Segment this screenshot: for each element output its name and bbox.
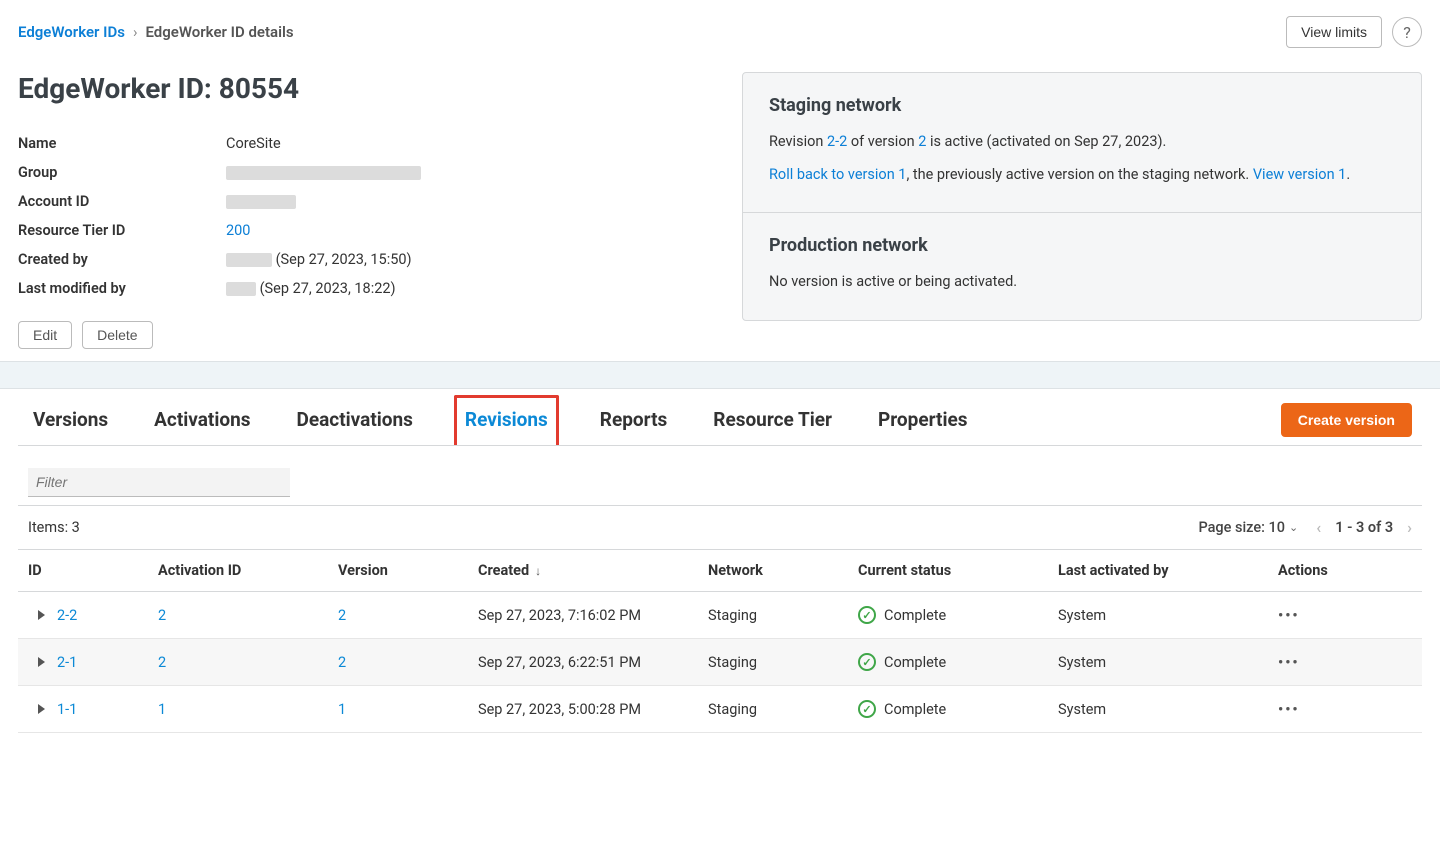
items-count: Items: 3 <box>28 519 80 536</box>
status-badge: ✓Complete <box>858 606 1038 624</box>
label-name: Name <box>18 135 226 152</box>
version-link[interactable]: 2 <box>338 607 346 624</box>
rollback-link[interactable]: Roll back to version 1 <box>769 166 906 183</box>
resource-tier-link[interactable]: 200 <box>226 222 250 239</box>
staging-text-1: Revision 2-2 of version 2 is active (act… <box>769 130 1395 153</box>
col-id[interactable]: ID <box>18 550 148 592</box>
check-circle-icon: ✓ <box>858 606 876 624</box>
staging-text-2: Roll back to version 1, the previously a… <box>769 163 1395 186</box>
delete-button[interactable]: Delete <box>82 321 152 349</box>
tab-activations[interactable]: Activations <box>149 395 255 445</box>
tab-versions[interactable]: Versions <box>28 395 113 445</box>
revisions-table: ID Activation ID Version Created↓ Networ… <box>18 550 1422 733</box>
tab-revisions[interactable]: Revisions <box>454 395 559 445</box>
staging-title: Staging network <box>769 95 1395 116</box>
value-created-by: (Sep 27, 2023, 15:50) <box>226 251 412 268</box>
tab-resource-tier[interactable]: Resource Tier <box>708 395 837 445</box>
activation-id-link[interactable]: 1 <box>158 701 166 718</box>
label-resource-tier: Resource Tier ID <box>18 222 226 239</box>
col-actions: Actions <box>1268 550 1422 592</box>
production-title: Production network <box>769 235 1395 256</box>
expand-row-icon[interactable] <box>38 704 45 714</box>
cell-created: Sep 27, 2023, 5:00:28 PM <box>468 686 698 733</box>
value-name: CoreSite <box>226 135 281 152</box>
activation-id-link[interactable]: 2 <box>158 654 166 671</box>
page-size-selector[interactable]: Page size: 10 ⌄ <box>1198 519 1298 536</box>
value-account-id <box>226 193 296 210</box>
tab-deactivations[interactable]: Deactivations <box>292 395 418 445</box>
breadcrumb: EdgeWorker IDs › EdgeWorker ID details <box>18 23 294 41</box>
separator-band <box>0 361 1440 389</box>
network-panel: Staging network Revision 2-2 of version … <box>742 72 1422 321</box>
cell-last-by: System <box>1048 686 1268 733</box>
chevron-down-icon: ⌄ <box>1289 521 1298 534</box>
expand-row-icon[interactable] <box>38 657 45 667</box>
breadcrumb-root-link[interactable]: EdgeWorker IDs <box>18 23 125 41</box>
page-title: EdgeWorker ID: 80554 <box>18 72 722 105</box>
create-version-button[interactable]: Create version <box>1281 403 1412 437</box>
expand-row-icon[interactable] <box>38 610 45 620</box>
tab-properties[interactable]: Properties <box>873 395 973 445</box>
sort-desc-icon: ↓ <box>535 564 541 578</box>
staging-revision-link[interactable]: 2-2 <box>827 133 847 150</box>
version-link[interactable]: 1 <box>338 701 346 718</box>
cell-network: Staging <box>698 686 848 733</box>
col-created[interactable]: Created↓ <box>468 550 698 592</box>
revision-id-link[interactable]: 2-1 <box>57 654 77 671</box>
revision-id-link[interactable]: 1-1 <box>57 701 77 718</box>
table-row: 2-2 2 2 Sep 27, 2023, 7:16:02 PM Staging… <box>18 592 1422 639</box>
filter-input[interactable] <box>28 468 290 497</box>
row-actions-menu[interactable]: ••• <box>1278 701 1300 718</box>
activation-id-link[interactable]: 2 <box>158 607 166 624</box>
col-activation-id[interactable]: Activation ID <box>148 550 328 592</box>
check-circle-icon: ✓ <box>858 653 876 671</box>
production-text: No version is active or being activated. <box>769 270 1395 293</box>
status-badge: ✓Complete <box>858 653 1038 671</box>
cell-network: Staging <box>698 639 848 686</box>
col-network[interactable]: Network <box>698 550 848 592</box>
row-actions-menu[interactable]: ••• <box>1278 607 1300 624</box>
help-icon[interactable]: ? <box>1392 17 1422 47</box>
breadcrumb-separator: › <box>133 23 138 41</box>
table-row: 2-1 2 2 Sep 27, 2023, 6:22:51 PM Staging… <box>18 639 1422 686</box>
breadcrumb-current: EdgeWorker ID details <box>145 23 293 41</box>
label-created-by: Created by <box>18 251 226 268</box>
table-row: 1-1 1 1 Sep 27, 2023, 5:00:28 PM Staging… <box>18 686 1422 733</box>
page-range: 1 - 3 of 3 <box>1335 519 1393 536</box>
cell-last-by: System <box>1048 639 1268 686</box>
check-circle-icon: ✓ <box>858 700 876 718</box>
cell-network: Staging <box>698 592 848 639</box>
col-status[interactable]: Current status <box>848 550 1048 592</box>
label-account-id: Account ID <box>18 193 226 210</box>
cell-created: Sep 27, 2023, 6:22:51 PM <box>468 639 698 686</box>
cell-created: Sep 27, 2023, 7:16:02 PM <box>468 592 698 639</box>
label-group: Group <box>18 164 226 181</box>
view-version-link[interactable]: View version 1 <box>1253 166 1347 183</box>
prev-page-icon[interactable]: ‹ <box>1316 518 1321 537</box>
version-link[interactable]: 2 <box>338 654 346 671</box>
edit-button[interactable]: Edit <box>18 321 72 349</box>
cell-last-by: System <box>1048 592 1268 639</box>
row-actions-menu[interactable]: ••• <box>1278 654 1300 671</box>
label-modified-by: Last modified by <box>18 280 226 297</box>
revision-id-link[interactable]: 2-2 <box>57 607 77 624</box>
value-modified-by: (Sep 27, 2023, 18:22) <box>226 280 396 297</box>
col-last-activated-by[interactable]: Last activated by <box>1048 550 1268 592</box>
status-badge: ✓Complete <box>858 700 1038 718</box>
tab-reports[interactable]: Reports <box>595 395 672 445</box>
col-version[interactable]: Version <box>328 550 468 592</box>
view-limits-button[interactable]: View limits <box>1286 16 1382 48</box>
value-group <box>226 164 421 181</box>
next-page-icon[interactable]: › <box>1407 518 1412 537</box>
